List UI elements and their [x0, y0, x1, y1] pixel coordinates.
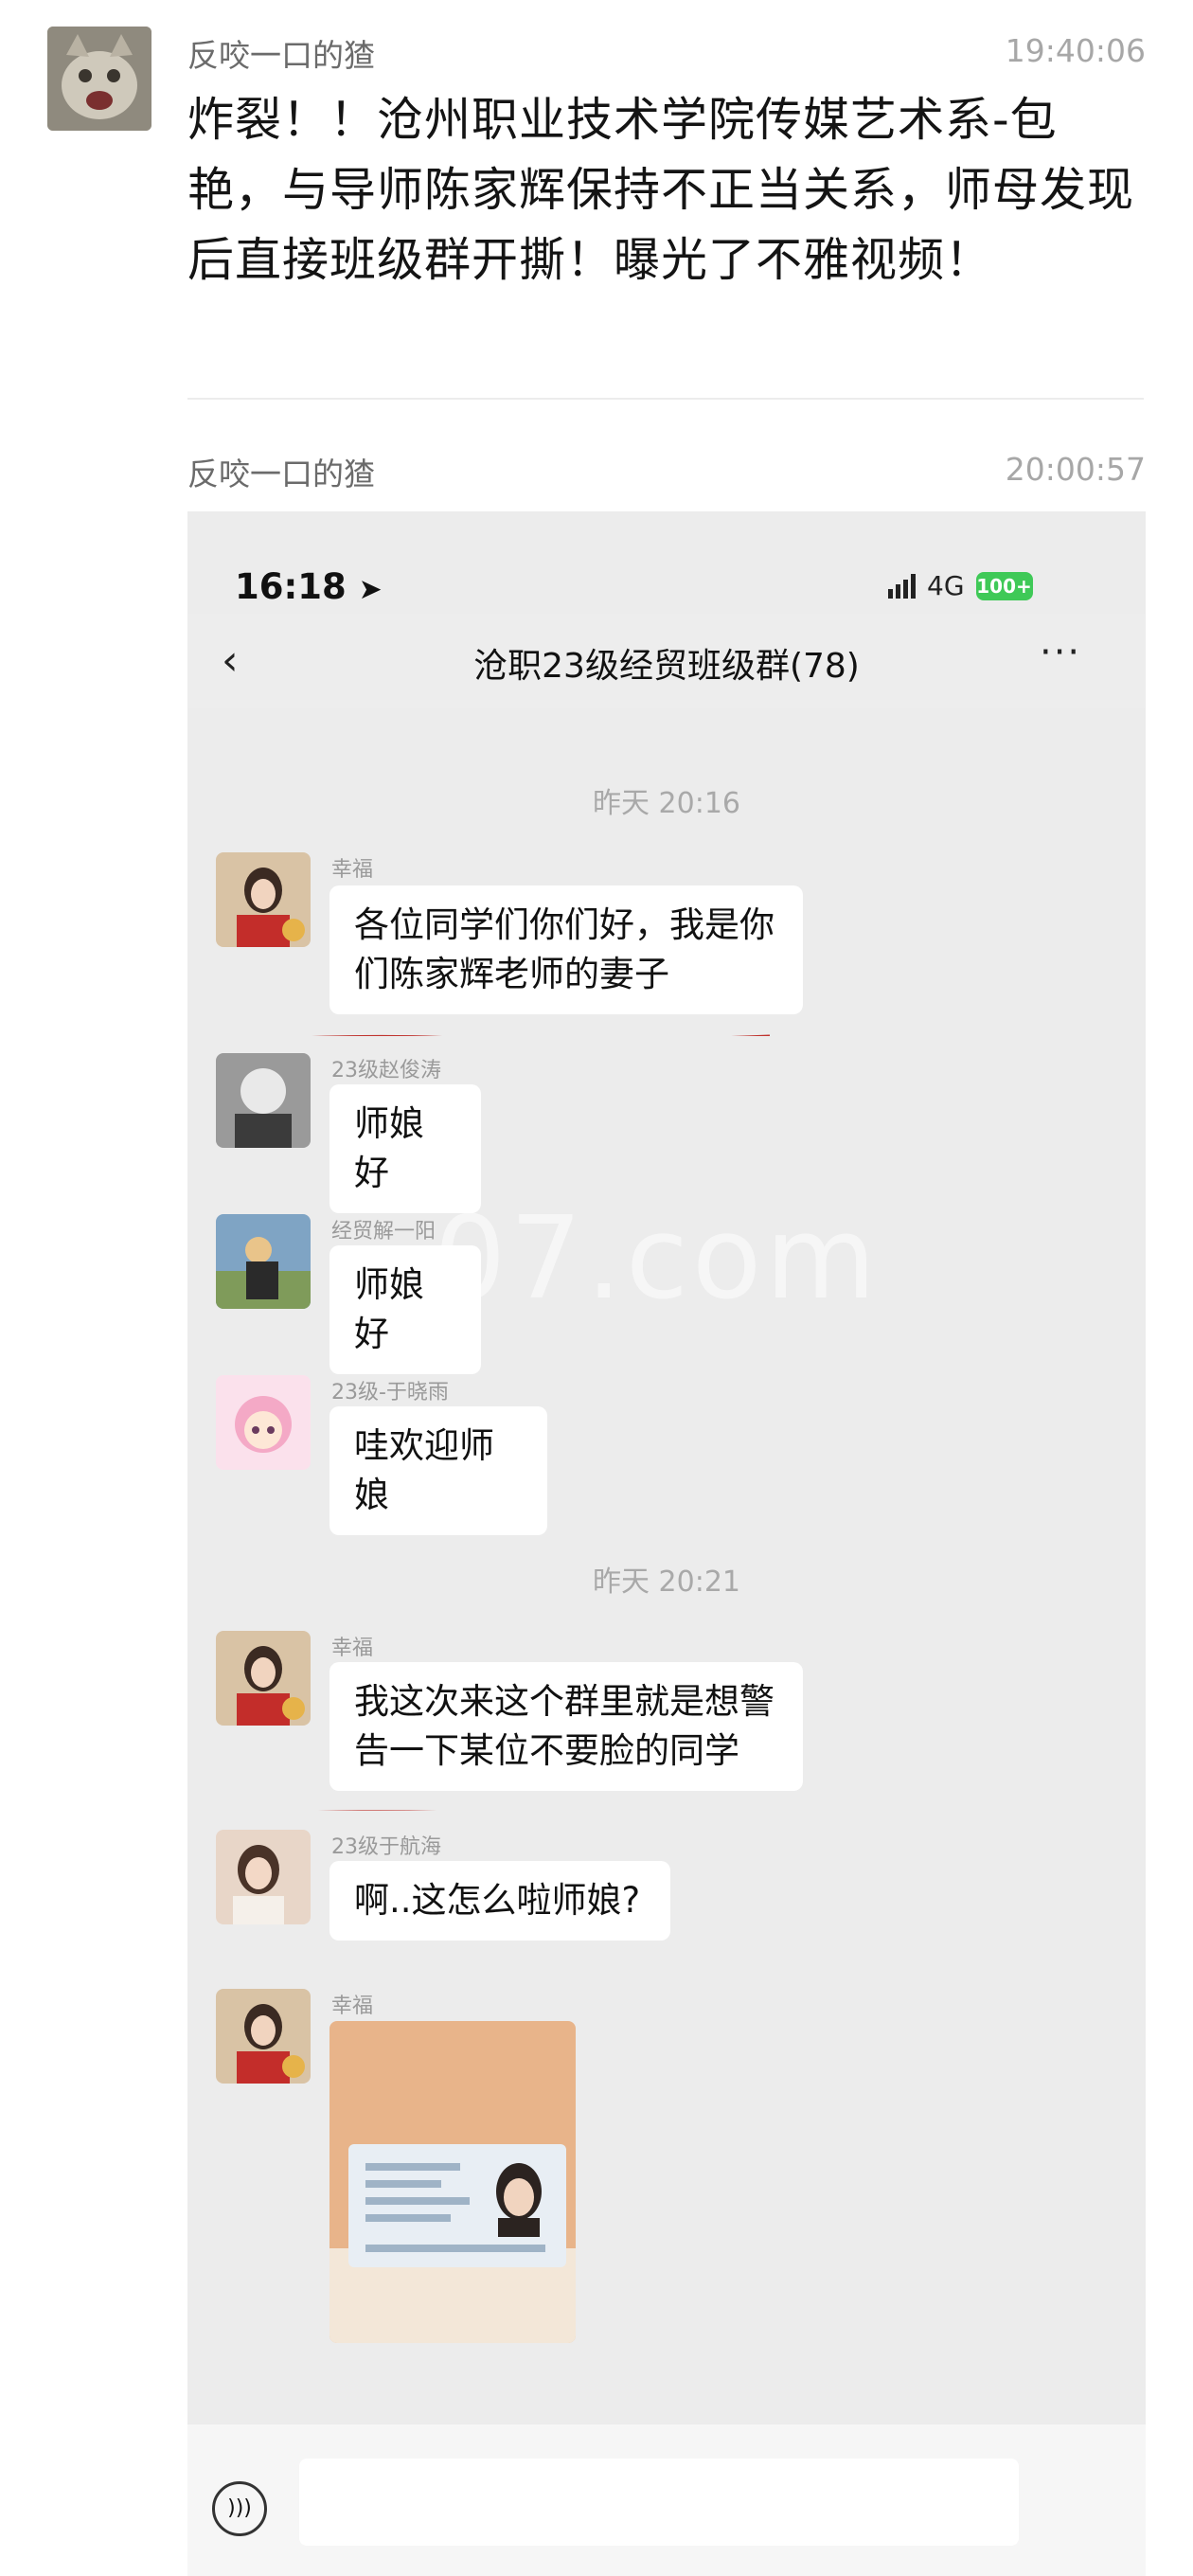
more-icon[interactable]: ··· [1040, 631, 1081, 674]
image-message[interactable] [329, 2021, 576, 2343]
sender-name: 幸福 [331, 1995, 374, 2018]
message-input[interactable] [299, 2459, 1019, 2546]
avatar[interactable] [216, 1214, 311, 1309]
sender-name: 幸福 [331, 1637, 374, 1660]
sender-name: 23级于航海 [331, 1835, 441, 1859]
avatar[interactable] [216, 1830, 311, 1924]
chat-input-bar: ))) [187, 2424, 1146, 2576]
watermark: 07.com [434, 1193, 881, 1325]
sender-name: 经贸解一阳 [331, 1220, 436, 1243]
post-text: 炸裂！！沧州职业技术学院传媒艺术系-包艳，与导师陈家辉保持不正当关系，师母发现后… [187, 93, 1135, 287]
poster-avatar[interactable] [47, 27, 151, 131]
network-label: 4G [927, 570, 965, 601]
post-time: 20:00:57 [1005, 451, 1146, 488]
avatar[interactable] [216, 1053, 311, 1148]
chat-timestamp: 昨天 20:16 [593, 787, 740, 820]
message-bubble[interactable]: 啊..这怎么啦师娘? [329, 1861, 670, 1941]
divider [187, 398, 1144, 400]
status-time: 16:18 ➤ [235, 566, 383, 607]
avatar[interactable] [216, 1631, 311, 1726]
post-time: 19:40:06 [1005, 32, 1146, 69]
chat-screenshot[interactable]: 16:18 ➤ 4G 100+ ‹ 沧职23级经贸班级群(78) ··· 昨天 … [187, 511, 1146, 2576]
avatar[interactable] [216, 852, 311, 947]
avatar[interactable] [216, 1375, 311, 1470]
voice-icon[interactable]: ))) [212, 2481, 267, 2536]
message-bubble[interactable]: 各位同学们你们好，我是你们陈家辉老师的妻子 [329, 886, 803, 1014]
id-card-photo [329, 2021, 576, 2343]
status-icons: 4G 100+ [888, 570, 1033, 601]
red-underline [318, 1810, 437, 1811]
signal-icon [888, 573, 916, 599]
red-underline [312, 1034, 770, 1036]
avatar[interactable] [216, 1989, 311, 2084]
poster-name[interactable]: 反咬一口的猹 [187, 30, 375, 76]
chat-timestamp: 昨天 20:21 [593, 1565, 740, 1599]
sender-name: 23级-于晓雨 [331, 1381, 449, 1404]
chat-header: ‹ 沧职23级经贸班级群(78) ··· [187, 614, 1146, 708]
chat-title: 沧职23级经贸班级群(78) [473, 647, 860, 686]
location-arrow-icon: ➤ [358, 573, 383, 606]
message-bubble[interactable]: 哇欢迎师娘 [329, 1406, 547, 1535]
sender-name: 幸福 [331, 858, 374, 882]
sender-name: 23级赵俊涛 [331, 1059, 441, 1082]
message-bubble[interactable]: 我这次来这个群里就是想警告一下某位不要脸的同学 [329, 1662, 803, 1791]
battery-icon: 100+ [975, 571, 1033, 600]
poster-name[interactable]: 反咬一口的猹 [187, 449, 375, 494]
